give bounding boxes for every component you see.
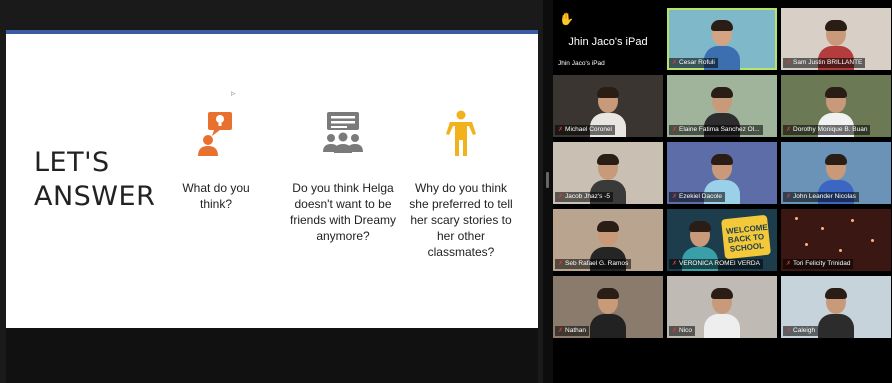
participant-video bbox=[816, 286, 856, 338]
mic-muted-icon: ✗ bbox=[672, 127, 678, 133]
sparkle-decoration bbox=[821, 227, 824, 230]
slide-title-line-1: LET'S bbox=[34, 147, 110, 178]
divider-handle[interactable] bbox=[546, 172, 549, 188]
video-tile-seb[interactable]: ✗ Seb Rafael G. Ramos bbox=[553, 209, 663, 271]
question-2-text: Do you think Helga doesn't want to be fr… bbox=[289, 181, 397, 243]
slide-title-line-2: ANSWER bbox=[34, 181, 156, 212]
video-tile-jacob[interactable]: ✗ Jacob Jhaz's -5 bbox=[553, 142, 663, 204]
video-tile-michael[interactable]: ✗ Michael Coronel bbox=[553, 75, 663, 137]
mic-muted-icon: ✗ bbox=[786, 127, 792, 133]
video-tile-sam[interactable]: ✗ Sam Justin BRILLANTE bbox=[781, 8, 891, 70]
question-3: Why do you think she preferred to tell h… bbox=[406, 110, 516, 260]
participant-label: ✗ Jacob Jhaz's -5 bbox=[555, 192, 613, 202]
presentation-slide: ▹ LET'S ANSWER What do you think? Do you… bbox=[6, 30, 538, 328]
participant-label: ✗ Tori Felicity Trinidad bbox=[783, 259, 854, 269]
mic-muted-icon: ✗ bbox=[672, 194, 678, 200]
participant-label: ✗ Michael Coronel bbox=[555, 125, 615, 135]
video-tile-nathan[interactable]: ✗ Nathan bbox=[553, 276, 663, 338]
video-tile-ezekiel[interactable]: ✗ Ezekiel Dacole bbox=[667, 142, 777, 204]
question-3-text: Why do you think she preferred to tell h… bbox=[409, 181, 513, 259]
sparkle-decoration bbox=[795, 217, 798, 220]
participant-video bbox=[588, 286, 628, 338]
video-tile-tori[interactable]: ✗ Tori Felicity Trinidad bbox=[781, 209, 891, 271]
participant-label: ✗ Caleigh bbox=[783, 326, 819, 336]
sparkle-decoration bbox=[851, 219, 854, 222]
participant-label: ✗ Sam Justin BRILLANTE bbox=[783, 58, 866, 68]
participant-video bbox=[702, 286, 742, 338]
mic-muted-icon: ✗ bbox=[672, 261, 678, 267]
video-tile-elaine[interactable]: ✗ Elaine Fatima Sanchez Ol... bbox=[667, 75, 777, 137]
participant-label: ✗ Elaine Fatima Sanchez Ol... bbox=[669, 125, 763, 135]
video-tile-cesar[interactable]: ✗ Cesar Rofuli bbox=[667, 8, 777, 70]
person-standing-icon bbox=[446, 110, 476, 156]
group-discussion-icon bbox=[323, 112, 363, 153]
participant-label: ✗ Cesar Rofuli bbox=[669, 58, 718, 68]
mic-muted-icon: ✗ bbox=[786, 328, 792, 334]
sparkle-decoration bbox=[805, 243, 808, 246]
video-tile-caleigh[interactable]: ✗ Caleigh bbox=[781, 276, 891, 338]
question-2: Do you think Helga doesn't want to be fr… bbox=[282, 110, 404, 244]
video-tile-dorothy[interactable]: ✗ Dorothy Monique B. Buan bbox=[781, 75, 891, 137]
mic-muted-icon: ✗ bbox=[672, 328, 678, 334]
participant-label: ✗ Nathan bbox=[555, 326, 589, 336]
mouse-cursor-icon: ▹ bbox=[231, 88, 236, 98]
participant-label: ✗ Dorothy Monique B. Buan bbox=[783, 125, 871, 135]
shared-screen: ▹ LET'S ANSWER What do you think? Do you… bbox=[0, 0, 543, 383]
mic-muted-icon: ✗ bbox=[558, 127, 564, 133]
mic-muted-icon: ✗ bbox=[558, 194, 564, 200]
mic-muted-icon: ✗ bbox=[672, 60, 678, 66]
video-tile-john[interactable]: ✗ John Leander Nicolas bbox=[781, 142, 891, 204]
participant-label: Jhin Jaco's iPad bbox=[558, 60, 605, 67]
share-letterbox bbox=[6, 328, 538, 383]
participant-name-large: Jhin Jaco's iPad bbox=[568, 36, 648, 48]
raised-hand-icon: ✋ bbox=[559, 12, 574, 26]
participant-label: ✗ Ezekiel Dacole bbox=[669, 192, 726, 202]
video-tile-nico[interactable]: ✗ Nico bbox=[667, 276, 777, 338]
virtual-background-text: WELCOME BACK TO SCHOOL bbox=[725, 222, 769, 254]
sparkle-decoration bbox=[839, 249, 842, 252]
question-1: What do you think? bbox=[174, 110, 258, 212]
video-tile-veronica[interactable]: WELCOME BACK TO SCHOOL ✗ VERONICA ROMEI V… bbox=[667, 209, 777, 271]
mic-muted-icon: ✗ bbox=[558, 328, 564, 334]
question-1-text: What do you think? bbox=[182, 181, 250, 211]
mic-muted-icon: ✗ bbox=[786, 60, 792, 66]
participant-label: ✗ Nico bbox=[669, 326, 696, 336]
participant-label: ✗ Seb Rafael G. Ramos bbox=[555, 259, 632, 269]
participant-gallery: ✋ Jhin Jaco's iPad Jhin Jaco's iPad ✗ Ces… bbox=[553, 8, 892, 343]
participant-label: ✗ VERONICA ROMEI VERDA bbox=[669, 259, 763, 269]
speaker-idea-icon bbox=[198, 112, 232, 156]
mic-muted-icon: ✗ bbox=[786, 261, 792, 267]
participant-label: ✗ John Leander Nicolas bbox=[783, 192, 859, 202]
video-tile-jhin[interactable]: ✋ Jhin Jaco's iPad Jhin Jaco's iPad bbox=[553, 8, 663, 70]
split-view-divider[interactable] bbox=[543, 0, 553, 383]
slide-accent-bar bbox=[6, 30, 538, 34]
mic-muted-icon: ✗ bbox=[558, 261, 564, 267]
mic-muted-icon: ✗ bbox=[786, 194, 792, 200]
sparkle-decoration bbox=[871, 239, 874, 242]
slide-title: LET'S ANSWER bbox=[34, 146, 155, 214]
gallery-letterbox bbox=[553, 343, 892, 383]
